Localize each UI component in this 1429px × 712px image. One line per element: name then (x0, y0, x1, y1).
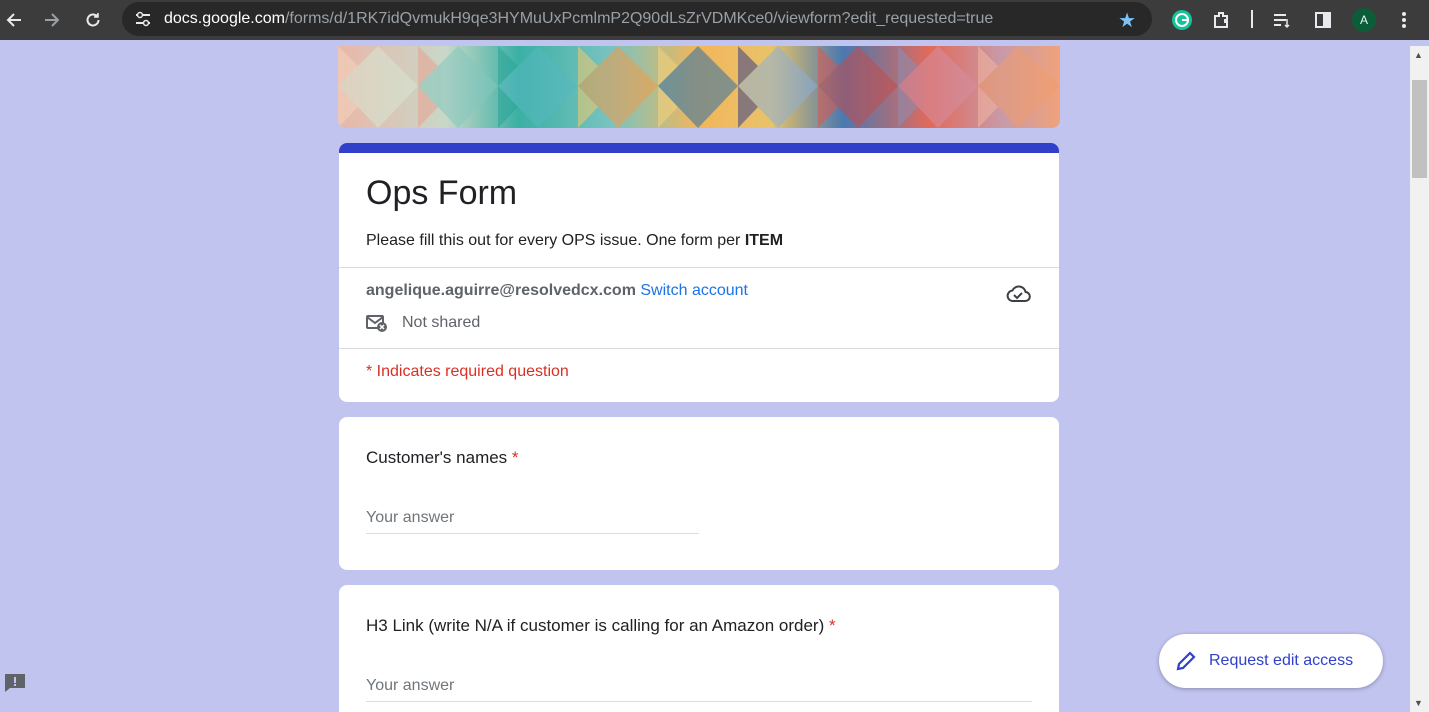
scrollbar-thumb[interactable] (1412, 80, 1427, 178)
request-edit-access-button[interactable]: Request edit access (1159, 634, 1383, 688)
mail-not-shared-icon (366, 315, 387, 332)
form-description: Please fill this out for every OPS issue… (366, 232, 783, 250)
cloud-saved-icon (1005, 282, 1031, 311)
form-header-card: Ops Form Please fill this out for every … (339, 143, 1059, 402)
reading-list-icon[interactable] (1268, 6, 1296, 34)
address-bar[interactable]: docs.google.com/forms/d/1RK7idQvmukH9qe3… (122, 2, 1152, 36)
pencil-icon (1176, 651, 1196, 671)
scroll-down-icon[interactable]: ▼ (1414, 698, 1423, 708)
form-description-text: Please fill this out for every OPS issue… (366, 232, 745, 249)
account-info: angelique.aguirre@resolvedcx.com Switch … (366, 282, 748, 300)
feedback-icon[interactable] (3, 672, 27, 694)
required-asterisk: * (828, 616, 836, 635)
customer-names-input[interactable]: Your answer (366, 509, 699, 534)
not-shared-row: Not shared (366, 313, 480, 333)
scroll-up-icon[interactable]: ▲ (1414, 50, 1423, 60)
profile-avatar[interactable]: A (1352, 8, 1376, 32)
account-email: angelique.aguirre@resolvedcx.com (366, 282, 636, 299)
question-label: Customer's names * (366, 448, 519, 468)
question-label-text: Customer's names (366, 448, 508, 467)
toolbar-divider (1251, 10, 1253, 28)
url-host: docs.google.com (164, 10, 285, 27)
form-header-image (338, 46, 1060, 128)
h3-link-input[interactable]: Your answer (366, 677, 1032, 702)
divider (339, 267, 1059, 268)
browser-toolbar: docs.google.com/forms/d/1RK7idQvmukH9qe3… (0, 0, 1429, 40)
url-path: /forms/d/1RK7idQvmukH9qe3HYMuUxPcmlmP2Q9… (284, 10, 994, 27)
form-accent-bar (339, 143, 1059, 153)
form-title: Ops Form (366, 174, 518, 212)
menu-icon[interactable] (1390, 6, 1418, 34)
side-panel-icon[interactable] (1309, 6, 1337, 34)
question-card: Customer's names * Your answer (339, 417, 1059, 570)
reload-icon[interactable] (79, 6, 107, 34)
forward-icon[interactable] (38, 6, 66, 34)
form-description-bold: ITEM (744, 232, 784, 249)
grammarly-icon[interactable] (1168, 6, 1196, 34)
page-scrollbar[interactable]: ▲ ▼ (1410, 46, 1429, 712)
extensions-icon[interactable] (1208, 6, 1236, 34)
required-question-note: * Indicates required question (366, 363, 569, 380)
bookmark-star-icon[interactable]: ★ (1118, 8, 1136, 33)
question-label: H3 Link (write N/A if customer is callin… (366, 616, 836, 636)
divider (339, 348, 1059, 349)
required-asterisk: * (511, 448, 519, 467)
question-card: H3 Link (write N/A if customer is callin… (339, 585, 1059, 712)
question-label-text: H3 Link (write N/A if customer is callin… (366, 616, 825, 635)
back-icon[interactable] (0, 6, 28, 34)
request-edit-access-label: Request edit access (1209, 652, 1354, 669)
site-settings-icon[interactable] (132, 9, 154, 29)
switch-account-link[interactable]: Switch account (640, 282, 748, 299)
not-shared-label: Not shared (402, 314, 481, 331)
url-text: docs.google.com/forms/d/1RK7idQvmukH9qe3… (164, 10, 993, 28)
